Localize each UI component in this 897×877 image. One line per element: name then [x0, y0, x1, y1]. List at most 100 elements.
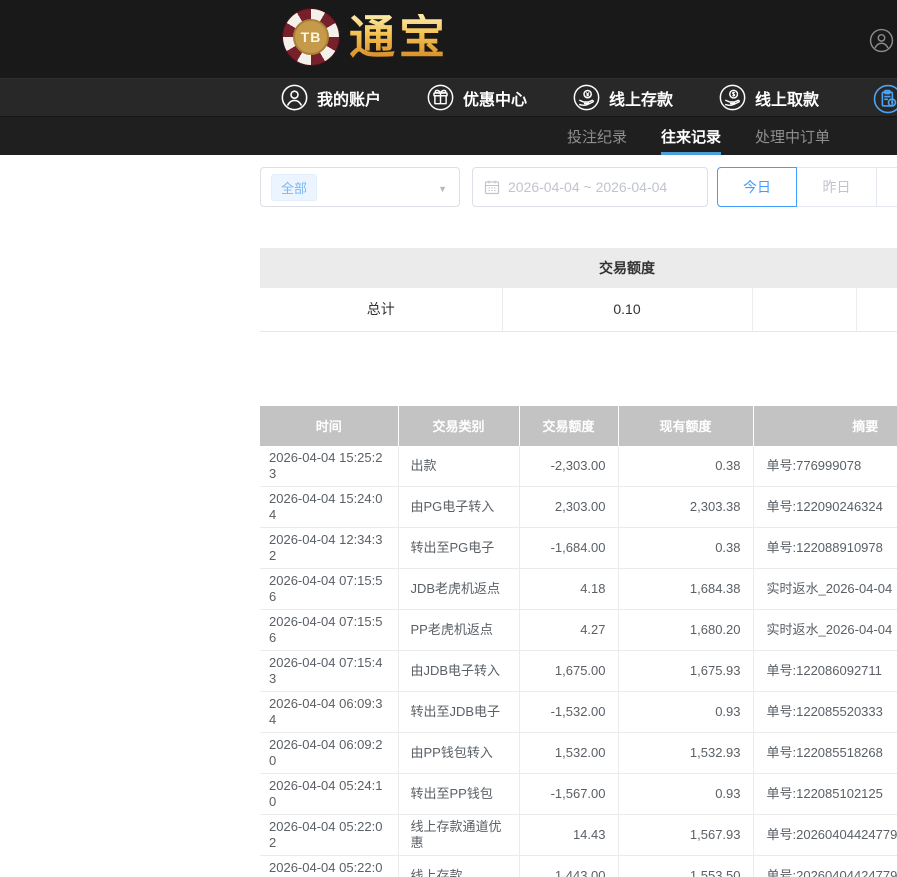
cell-balance: 1,675.93	[618, 650, 753, 691]
cell-time: 2026-04-04 05:24:10	[260, 773, 398, 814]
table-row: 2026-04-04 06:09:34 转出至JDB电子 -1,532.00 0…	[260, 691, 897, 732]
cell-time: 2026-04-04 05:22:02	[260, 814, 398, 855]
cell-balance: 0.38	[618, 446, 753, 487]
cell-amount: -1,532.00	[519, 691, 618, 732]
cell-amount: 1,675.00	[519, 650, 618, 691]
cell-type: 线上存款	[398, 855, 519, 877]
cell-summary: 单号:122086092711	[753, 650, 897, 691]
yesterday-button[interactable]: 昨日	[797, 167, 877, 207]
cell-balance: 1,553.50	[618, 855, 753, 877]
cell-time: 2026-04-04 07:15:56	[260, 568, 398, 609]
summary-empty-cell	[752, 288, 856, 331]
cell-type: 出款	[398, 446, 519, 487]
nav-item-online-withdrawal[interactable]: 线上取款	[719, 84, 819, 111]
last7days-button[interactable]: 近7日	[877, 167, 897, 207]
cell-time: 2026-04-04 06:09:20	[260, 732, 398, 773]
cell-type: 线上存款通道优惠	[398, 814, 519, 855]
tab-transaction-records[interactable]: 往来记录	[661, 117, 721, 155]
table-row: 2026-04-04 05:22:02 线上存款 1,443.00 1,553.…	[260, 855, 897, 877]
cell-balance: 1,567.93	[618, 814, 753, 855]
col-header-balance: 现有额度	[618, 406, 753, 446]
records-header-row: 时间 交易类别 交易额度 现有额度 摘要	[260, 406, 897, 446]
brand-name: 通宝	[349, 14, 449, 60]
category-select[interactable]: 全部 ▼	[260, 167, 460, 207]
record-tabs: 投注纪录 往来记录 处理中订单	[0, 117, 897, 155]
summary-table: 交易额度 总计 0.10	[260, 248, 897, 332]
nav-label: 我的账户	[317, 86, 381, 110]
cell-type: 转出至PP钱包	[398, 773, 519, 814]
nav-item-online-deposit[interactable]: 线上存款	[573, 84, 673, 111]
cell-balance: 0.38	[618, 527, 753, 568]
cell-balance: 0.93	[618, 773, 753, 814]
transaction-records-icon[interactable]	[873, 84, 897, 114]
summary-total-label: 总计	[260, 288, 502, 331]
col-header-time: 时间	[260, 406, 398, 446]
table-row: 2026-04-04 15:24:04 由PG电子转入 2,303.00 2,3…	[260, 486, 897, 527]
site-header: TB 通宝	[0, 0, 897, 78]
cell-type: 由JDB电子转入	[398, 650, 519, 691]
gift-icon	[427, 84, 454, 111]
nav-label: 线上存款	[609, 86, 673, 110]
records-table-body: 2026-04-04 15:25:23 出款 -2,303.00 0.38 单号…	[260, 446, 897, 877]
table-row: 2026-04-04 07:15:43 由JDB电子转入 1,675.00 1,…	[260, 650, 897, 691]
nav-item-my-account[interactable]: 我的账户	[281, 84, 381, 111]
summary-total-value: 0.10	[502, 288, 752, 331]
account-icon[interactable]	[869, 28, 894, 53]
chevron-down-icon: ▼	[438, 184, 447, 194]
cell-balance: 1,532.93	[618, 732, 753, 773]
summary-header-blank	[856, 248, 897, 288]
tab-pending-orders[interactable]: 处理中订单	[755, 117, 830, 155]
table-row: 2026-04-04 15:25:23 出款 -2,303.00 0.38 单号…	[260, 446, 897, 487]
cell-type: PP老虎机返点	[398, 609, 519, 650]
cell-time: 2026-04-04 15:25:23	[260, 446, 398, 487]
nav-item-promotions[interactable]: 优惠中心	[427, 84, 527, 111]
col-header-type: 交易类别	[398, 406, 519, 446]
cell-amount: 1,443.00	[519, 855, 618, 877]
cell-amount: -1,684.00	[519, 527, 618, 568]
table-row: 2026-04-04 07:15:56 PP老虎机返点 4.27 1,680.2…	[260, 609, 897, 650]
summary-header-blank	[752, 248, 856, 288]
user-icon	[281, 84, 308, 111]
summary-header-blank	[260, 248, 502, 288]
table-row: 2026-04-04 06:09:20 由PP钱包转入 1,532.00 1,5…	[260, 732, 897, 773]
filter-row: 全部 ▼ 2026-04-04 ~ 2026-04-04 今日 昨日 近7日	[260, 167, 897, 207]
cell-balance: 1,684.38	[618, 568, 753, 609]
cell-time: 2026-04-04 07:15:56	[260, 609, 398, 650]
cell-time: 2026-04-04 15:24:04	[260, 486, 398, 527]
cell-amount: -1,567.00	[519, 773, 618, 814]
table-row: 2026-04-04 12:34:32 转出至PG电子 -1,684.00 0.…	[260, 527, 897, 568]
cell-summary: 实时返水_2026-04-04	[753, 609, 897, 650]
nav-label: 线上取款	[755, 86, 819, 110]
category-tag[interactable]: 全部	[271, 174, 317, 201]
cell-balance: 1,680.20	[618, 609, 753, 650]
cell-summary: 单号:202604044247797	[753, 814, 897, 855]
summary-total-row: 总计 0.10	[260, 288, 897, 331]
brand-logo[interactable]: TB 通宝	[283, 9, 449, 65]
table-row: 2026-04-04 07:15:56 JDB老虎机返点 4.18 1,684.…	[260, 568, 897, 609]
cell-summary: 单号:122085518268	[753, 732, 897, 773]
cell-type: 由PG电子转入	[398, 486, 519, 527]
cell-time: 2026-04-04 12:34:32	[260, 527, 398, 568]
summary-header-amount: 交易额度	[502, 248, 752, 288]
cell-summary: 单号:122088910978	[753, 527, 897, 568]
cell-summary: 单号:122085520333	[753, 691, 897, 732]
records-table: 时间 交易类别 交易额度 现有额度 摘要 2026-04-04 15:25:23…	[260, 406, 897, 877]
cell-amount: -2,303.00	[519, 446, 618, 487]
date-range-input[interactable]: 2026-04-04 ~ 2026-04-04	[472, 167, 708, 207]
nav-label: 优惠中心	[463, 86, 527, 110]
quick-date-buttons: 今日 昨日 近7日	[717, 167, 897, 207]
content-area: 全部 ▼ 2026-04-04 ~ 2026-04-04 今日 昨日 近7日 交…	[260, 167, 897, 877]
tab-betting-records[interactable]: 投注纪录	[567, 117, 627, 155]
calendar-icon	[484, 179, 500, 195]
summary-header-row: 交易额度	[260, 248, 897, 288]
today-button[interactable]: 今日	[717, 167, 797, 207]
cell-amount: 2,303.00	[519, 486, 618, 527]
cell-balance: 2,303.38	[618, 486, 753, 527]
deposit-icon	[573, 84, 600, 111]
table-row: 2026-04-04 05:22:02 线上存款通道优惠 14.43 1,567…	[260, 814, 897, 855]
cell-summary: 单号:202604044247797	[753, 855, 897, 877]
cell-type: 由PP钱包转入	[398, 732, 519, 773]
poker-chip-icon: TB	[283, 9, 339, 65]
cell-summary: 实时返水_2026-04-04	[753, 568, 897, 609]
cell-type: JDB老虎机返点	[398, 568, 519, 609]
